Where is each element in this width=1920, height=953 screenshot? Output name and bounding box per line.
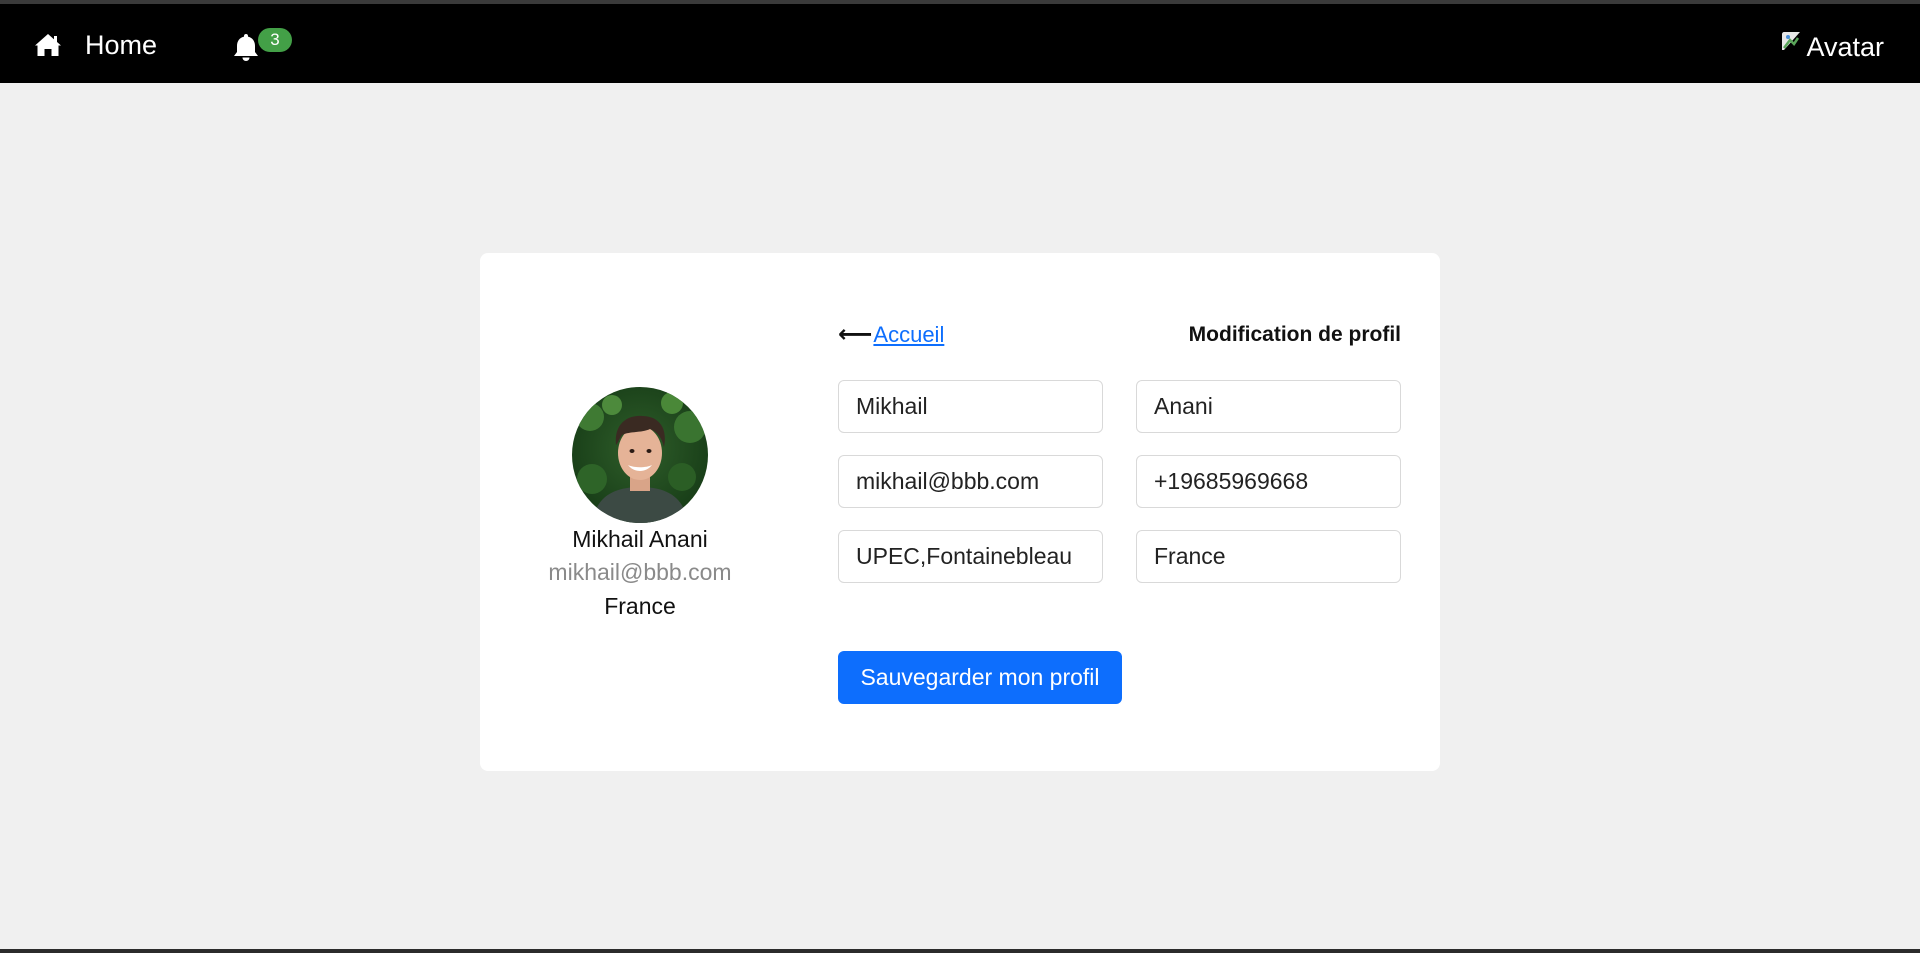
back-home-label[interactable]: Accueil xyxy=(873,322,944,348)
first-name-input[interactable] xyxy=(838,380,1103,433)
country-input[interactable] xyxy=(1136,530,1401,583)
address-input[interactable] xyxy=(838,530,1103,583)
nav-home-label: Home xyxy=(85,29,158,60)
form-title: Modification de profil xyxy=(1188,323,1401,346)
nav-avatar-alt-text: Avatar xyxy=(1806,31,1884,62)
last-name-input[interactable] xyxy=(1136,380,1401,433)
window-bottom-edge xyxy=(0,949,1920,953)
nav-avatar-menu[interactable]: Avatar xyxy=(1780,30,1884,64)
profile-email: mikhail@bbb.com xyxy=(548,559,732,585)
back-home-link[interactable]: ⟵ Accueil xyxy=(838,319,944,351)
profile-avatar xyxy=(572,387,708,523)
top-navbar: Home 3 Avatar xyxy=(0,0,1920,83)
notification-badge: 3 xyxy=(258,28,292,52)
profile-name: Mikhail Anani xyxy=(572,526,708,552)
profile-country: France xyxy=(604,593,676,619)
email-input[interactable] xyxy=(838,455,1103,508)
broken-image-icon xyxy=(1780,30,1804,52)
phone-input[interactable] xyxy=(1136,455,1401,508)
back-arrow-icon: ⟵ xyxy=(838,321,873,348)
nav-home-link[interactable]: Home xyxy=(34,28,157,62)
save-profile-button[interactable]: Sauvegarder mon profil xyxy=(838,651,1122,704)
notifications-button[interactable]: 3 xyxy=(232,28,298,64)
home-icon xyxy=(34,33,62,57)
profile-card: Mikhail Anani mikhail@bbb.com France ⟵ A… xyxy=(480,253,1440,771)
